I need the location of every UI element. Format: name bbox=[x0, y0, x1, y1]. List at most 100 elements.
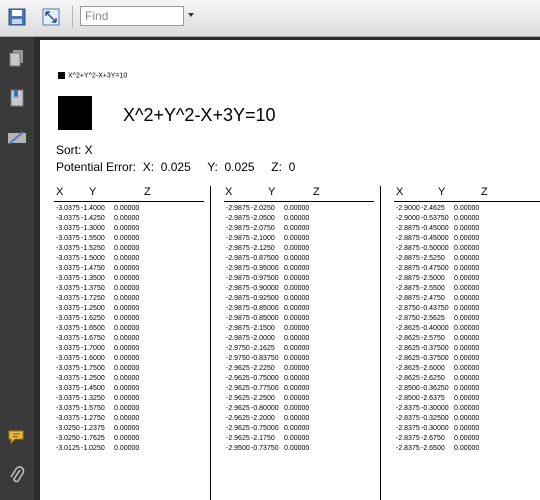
signatures-icon[interactable] bbox=[6, 127, 28, 149]
fit-page-icon[interactable] bbox=[40, 6, 62, 28]
y-value: -0.45000 bbox=[421, 225, 449, 232]
y-value: -0.85000 bbox=[251, 315, 279, 322]
x-value: -2.9875 bbox=[226, 245, 250, 252]
z-value: 0.00000 bbox=[454, 235, 480, 242]
header-x-3: X bbox=[396, 186, 404, 198]
y-value: -1.6000 bbox=[81, 355, 105, 362]
y-value: -2.0500 bbox=[251, 215, 275, 222]
toolbar: Find bbox=[0, 0, 540, 37]
z-value: 0.00000 bbox=[284, 445, 310, 452]
z-value: 0.00000 bbox=[454, 285, 480, 292]
y-value: -0.53750 bbox=[421, 215, 449, 222]
y-value: -2.1250 bbox=[251, 245, 275, 252]
z-value: 0.00000 bbox=[454, 295, 480, 302]
x-value: -2.8625 bbox=[396, 375, 420, 382]
sort-label: Sort: X bbox=[56, 143, 93, 157]
bookmarks-icon[interactable] bbox=[6, 87, 28, 109]
column-divider-2 bbox=[380, 186, 381, 500]
pages-icon[interactable] bbox=[6, 47, 28, 69]
z-value: 0.00000 bbox=[114, 215, 140, 222]
x-value: -2.8375 bbox=[396, 445, 420, 452]
attachments-icon[interactable] bbox=[6, 465, 28, 487]
y-value: -0.87500 bbox=[251, 255, 279, 262]
y-value: -0.36250 bbox=[421, 385, 449, 392]
z-value: 0.00000 bbox=[284, 285, 310, 292]
y-value: -2.6500 bbox=[421, 445, 445, 452]
header-y-1: Y bbox=[89, 186, 97, 198]
potential-error-label: Potential Error: X: 0.025 Y: 0.025 Z: 0 bbox=[56, 160, 296, 174]
x-value: -2.8875 bbox=[396, 225, 420, 232]
z-value: 0.00000 bbox=[454, 335, 480, 342]
y-value: -0.83750 bbox=[251, 355, 279, 362]
y-value: -2.1750 bbox=[251, 435, 275, 442]
y-value: -1.6750 bbox=[81, 335, 105, 342]
x-value: -2.9625 bbox=[226, 375, 250, 382]
sidebar bbox=[0, 37, 34, 500]
x-value: -2.8875 bbox=[396, 275, 420, 282]
find-input[interactable]: Find bbox=[80, 6, 184, 26]
y-value: -2.4750 bbox=[421, 295, 445, 302]
z-value: 0.00000 bbox=[114, 335, 140, 342]
y-value: -1.4500 bbox=[81, 385, 105, 392]
x-value: -2.9875 bbox=[226, 225, 250, 232]
y-value: -0.73750 bbox=[251, 445, 279, 452]
y-value: -1.3500 bbox=[81, 275, 105, 282]
x-value: -2.8875 bbox=[396, 285, 420, 292]
x-value: -2.8375 bbox=[396, 435, 420, 442]
small-title-text: X^2+Y^2-X+3Y=10 bbox=[68, 72, 128, 80]
x-value: -3.0375 bbox=[56, 355, 80, 362]
y-value: -0.43750 bbox=[421, 305, 449, 312]
x-value: -3.0125 bbox=[56, 445, 80, 452]
x-value: -2.8625 bbox=[396, 325, 420, 332]
z-value: 0.00000 bbox=[114, 255, 140, 262]
y-value: -1.6250 bbox=[81, 315, 105, 322]
y-value: -1.2500 bbox=[81, 305, 105, 312]
document-small-title: X^2+Y^2-X+3Y=10 bbox=[58, 72, 127, 79]
z-value: 0.00000 bbox=[114, 355, 140, 362]
z-value: 0.00000 bbox=[114, 235, 140, 242]
z-value: 0.00000 bbox=[284, 225, 310, 232]
x-value: -3.0375 bbox=[56, 275, 80, 282]
y-value: -0.37500 bbox=[421, 355, 449, 362]
y-value: -2.0750 bbox=[251, 225, 275, 232]
x-value: -2.8750 bbox=[396, 315, 420, 322]
x-value: -2.9625 bbox=[226, 405, 250, 412]
x-value: -2.9750 bbox=[226, 355, 250, 362]
header-x-1: X bbox=[56, 186, 64, 198]
z-value: 0.00000 bbox=[454, 265, 480, 272]
y-value: -2.4625 bbox=[421, 205, 445, 212]
x-value: -2.9875 bbox=[226, 325, 250, 332]
x-value: -3.0375 bbox=[56, 365, 80, 372]
z-value: 0.00000 bbox=[114, 305, 140, 312]
y-value: -2.1625 bbox=[251, 345, 275, 352]
x-value: -2.9625 bbox=[226, 395, 250, 402]
comments-icon[interactable] bbox=[6, 427, 28, 449]
z-value: 0.00000 bbox=[454, 345, 480, 352]
x-value: -3.0375 bbox=[56, 245, 80, 252]
x-value: -3.0375 bbox=[56, 205, 80, 212]
z-value: 0.00000 bbox=[284, 345, 310, 352]
z-value: 0.00000 bbox=[284, 255, 310, 262]
z-value: 0.00000 bbox=[114, 395, 140, 402]
x-value: -2.9625 bbox=[226, 365, 250, 372]
title-square bbox=[58, 96, 92, 130]
x-value: -2.9625 bbox=[226, 425, 250, 432]
y-value: -2.5250 bbox=[421, 255, 445, 262]
x-value: -2.9000 bbox=[396, 215, 420, 222]
dropdown-arrow-icon[interactable] bbox=[188, 13, 194, 17]
z-value: 0.00000 bbox=[114, 285, 140, 292]
z-value: 0.00000 bbox=[284, 245, 310, 252]
y-value: -1.3000 bbox=[81, 225, 105, 232]
y-value: -1.5000 bbox=[81, 255, 105, 262]
z-value: 0.00000 bbox=[114, 315, 140, 322]
y-value: -0.47500 bbox=[421, 265, 449, 272]
z-value: 0.00000 bbox=[454, 315, 480, 322]
x-value: -3.0375 bbox=[56, 415, 80, 422]
z-value: 0.00000 bbox=[114, 445, 140, 452]
x-value: -2.9625 bbox=[226, 385, 250, 392]
save-icon[interactable] bbox=[6, 6, 28, 28]
x-value: -2.8875 bbox=[396, 245, 420, 252]
z-value: 0.00000 bbox=[284, 265, 310, 272]
y-value: -1.2500 bbox=[81, 375, 105, 382]
y-value: -2.1000 bbox=[251, 235, 275, 242]
